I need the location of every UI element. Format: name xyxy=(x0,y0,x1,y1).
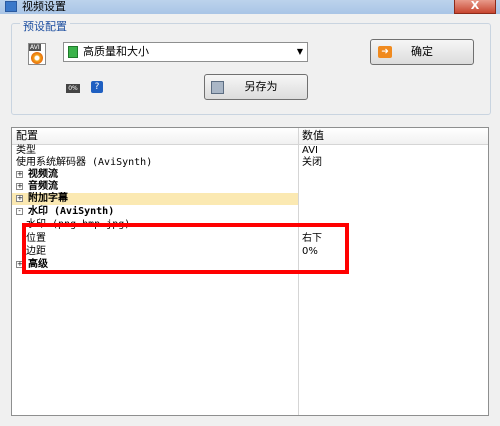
row-value: 关闭 xyxy=(302,157,322,168)
app-icon xyxy=(5,1,17,12)
chevron-down-icon[interactable]: ▼ xyxy=(297,43,303,61)
window-title: 视频设置 xyxy=(22,0,66,13)
category-label: 音频流 xyxy=(28,181,58,192)
ok-button[interactable]: ➜ 确定 xyxy=(370,39,474,65)
preset-group-label: 预设配置 xyxy=(20,18,70,34)
column-header-config[interactable]: 配置 xyxy=(16,128,38,144)
quality-icon xyxy=(68,46,78,58)
ok-button-label: 确定 xyxy=(411,45,433,58)
grid-header: 配置 数值 xyxy=(12,128,488,145)
dialog-client-area: 预设配置 AVI 高质量和大小 ▼ ➜ 确定 0% ? 另存为 配置 数值 类型… xyxy=(0,14,500,426)
grid-row-type[interactable]: 类型 AVI xyxy=(12,145,488,157)
preset-dropdown[interactable]: 高质量和大小 ▼ xyxy=(63,42,308,62)
column-header-value[interactable]: 数值 xyxy=(302,128,324,144)
grid-row-system-decoder[interactable]: 使用系统解码器 (AviSynth) 关闭 xyxy=(12,157,488,169)
expand-icon[interactable]: + xyxy=(16,195,23,202)
watermark-text: 系统之家 xyxy=(380,376,468,400)
red-highlight-annotation xyxy=(22,223,349,274)
expand-icon[interactable]: + xyxy=(16,183,23,190)
avi-disc-shape xyxy=(31,52,43,64)
category-label: 视频流 xyxy=(28,169,58,180)
help-icon[interactable]: ? xyxy=(91,81,103,93)
avi-badge: AVI xyxy=(29,44,41,51)
site-watermark: 系统之家 XITONGZHIJIA.NET xyxy=(330,372,490,420)
row-label: 类型 xyxy=(16,145,36,156)
grid-category-watermark[interactable]: - 水印 (AviSynth) xyxy=(12,206,488,218)
grid-category-subtitles[interactable]: + 附加字幕 xyxy=(12,193,298,205)
grid-category-audio-stream[interactable]: + 音频流 xyxy=(12,181,488,193)
watermark-url: XITONGZHIJIA.NET xyxy=(380,402,470,411)
avi-file-icon: AVI xyxy=(28,43,46,65)
category-label: 水印 (AviSynth) xyxy=(28,206,115,217)
category-label: 附加字幕 xyxy=(28,193,68,204)
row-value: AVI xyxy=(302,145,318,156)
collapse-icon[interactable]: - xyxy=(16,208,23,215)
save-as-button-label: 另存为 xyxy=(244,80,278,93)
grid-category-video-stream[interactable]: + 视频流 xyxy=(12,169,488,181)
row-label: 使用系统解码器 (AviSynth) xyxy=(16,157,153,168)
preset-groupbox xyxy=(11,23,491,115)
title-bar[interactable]: 视频设置 X xyxy=(0,0,500,14)
preset-dropdown-value: 高质量和大小 xyxy=(83,45,149,58)
watermark-logo xyxy=(330,372,372,414)
close-button[interactable]: X xyxy=(454,0,496,14)
percent-badge-icon[interactable]: 0% xyxy=(66,84,80,93)
save-as-button[interactable]: 另存为 xyxy=(204,74,308,100)
video-settings-window: 视频设置 X 预设配置 AVI 高质量和大小 ▼ ➜ 确定 0% ? 另存为 配… xyxy=(0,0,500,426)
expand-icon[interactable]: + xyxy=(16,171,23,178)
